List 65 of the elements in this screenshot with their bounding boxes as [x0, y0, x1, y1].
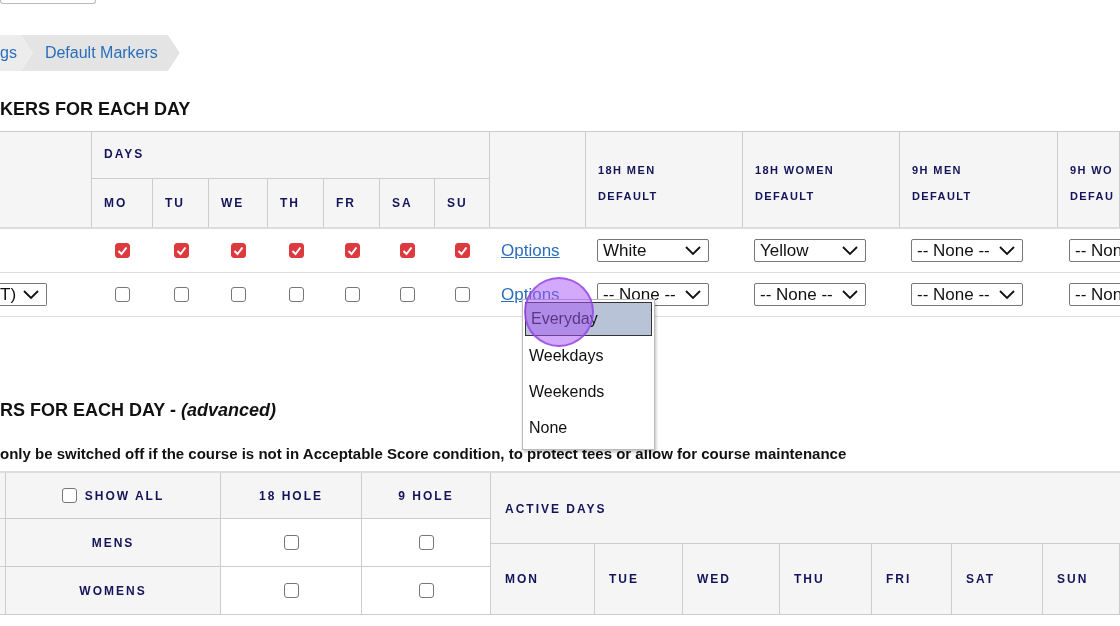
checkbox[interactable]	[344, 287, 360, 302]
checkbox[interactable]	[418, 535, 434, 550]
select-dropdown[interactable]: White	[597, 239, 709, 262]
menu-item[interactable]: Weekends	[523, 374, 654, 410]
chevron-down-icon	[685, 245, 701, 256]
checkbox[interactable]	[344, 243, 360, 258]
chevron-down-icon	[685, 289, 701, 300]
column-header: ACTIVE DAYS	[491, 473, 1120, 544]
select-dropdown[interactable]: -- None --	[911, 239, 1023, 262]
options-link[interactable]: Options	[501, 240, 560, 261]
checkbox[interactable]	[173, 287, 189, 302]
menu-item[interactable]: Weekdays	[523, 338, 654, 374]
column-header: SA	[380, 179, 435, 227]
column-header: WE	[209, 179, 268, 227]
checkbox[interactable]	[61, 488, 77, 503]
row-header: WOMENS	[6, 567, 221, 615]
column-header: 18H WOMEN DEFAULT	[743, 132, 900, 227]
checkbox[interactable]	[288, 287, 304, 302]
checkbox[interactable]	[173, 243, 189, 258]
chevron-down-icon	[842, 245, 858, 256]
checkbox[interactable]	[455, 243, 470, 258]
column-header: SAT	[952, 544, 1043, 615]
column-header: MO	[92, 179, 153, 227]
column-header: 9H MEN DEFAULT	[900, 132, 1058, 227]
checkbox[interactable]	[115, 287, 130, 302]
checkbox[interactable]	[400, 243, 415, 258]
checkbox[interactable]	[283, 583, 299, 598]
checkbox[interactable]	[231, 287, 246, 302]
checkbox[interactable]	[288, 243, 304, 258]
checkbox[interactable]	[400, 287, 415, 302]
checkbox[interactable]	[418, 583, 434, 598]
checkbox[interactable]	[455, 287, 470, 302]
show-all-label: SHOW ALL	[84, 488, 165, 503]
checkbox[interactable]	[283, 535, 299, 550]
select-dropdown[interactable]: -- None --	[911, 283, 1023, 306]
column-header: 9 HOLE	[362, 473, 491, 519]
column-header: FR	[324, 179, 380, 227]
menu-item[interactable]: None	[523, 410, 654, 446]
column-header: DAYS	[92, 132, 489, 179]
chevron-down-icon	[842, 289, 858, 300]
column-header: TH	[268, 179, 324, 227]
row-header: MENS	[6, 519, 221, 567]
column-header: WED	[683, 544, 780, 615]
column-header: 9H WO DEFAU	[1058, 132, 1120, 227]
section-heading: RS FOR EACH DAY - (advanced)	[0, 399, 278, 421]
column-header: TU	[153, 179, 209, 227]
checkbox[interactable]	[115, 243, 130, 258]
checkbox[interactable]	[231, 243, 246, 258]
column-header: 18H MEN DEFAULT	[586, 132, 743, 227]
column-header: TUE	[595, 544, 683, 615]
chevron-down-icon	[999, 245, 1015, 256]
column-header: THU	[780, 544, 872, 615]
column-header: SUN	[1043, 544, 1120, 615]
chevron-down-icon	[999, 289, 1015, 300]
section-heading: KERS FOR EACH DAY	[0, 98, 192, 121]
column-header: 18 HOLE	[221, 473, 362, 519]
note-text: only be switched off if the course is not in Acceptable Score condition, to protect tees or allow for course maintenance	[0, 445, 848, 463]
column-header: FRI	[872, 544, 952, 615]
column-header: MON	[491, 544, 595, 615]
breadcrumb-link[interactable]: Default Markers	[20, 35, 180, 71]
column-header: SU	[446, 195, 469, 212]
select-dropdown[interactable]: -- None --	[754, 283, 866, 306]
select-dropdown[interactable]: Yellow	[754, 239, 866, 262]
chevron-down-icon	[23, 289, 39, 300]
select-dropdown[interactable]: T)	[0, 283, 47, 306]
